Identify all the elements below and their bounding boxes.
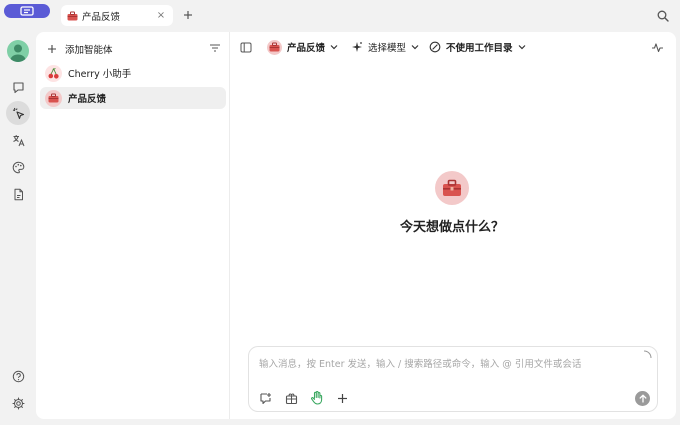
nav-help-button[interactable]: [6, 364, 30, 388]
toolbox-icon: [67, 11, 78, 20]
agent-sidebar: 添加智能体 Cherry 小助手 产品反馈: [36, 32, 230, 419]
gear-icon: [11, 396, 25, 410]
permission-mode-button[interactable]: [308, 390, 324, 406]
hand-icon: [310, 391, 322, 405]
nav-files-button[interactable]: [6, 182, 30, 206]
welcome-title: 今天想做点什么？: [399, 220, 504, 235]
help-icon: [12, 370, 24, 382]
chat-area: 产品反馈 选择模型 不使用工作目录 今天想做点什么？ 输入消息，按 Enter …: [231, 32, 676, 419]
nav-theme-button[interactable]: [6, 155, 30, 179]
resize-handle-icon[interactable]: [642, 350, 652, 360]
model-selector[interactable]: 选择模型: [351, 38, 419, 56]
sidebar-toggle-icon: [240, 42, 252, 52]
palette-icon: [12, 161, 24, 173]
mcp-tools-button[interactable]: [283, 390, 299, 406]
global-search-button[interactable]: [655, 8, 670, 23]
chat-toolbar: 产品反馈 选择模型 不使用工作目录: [231, 36, 676, 58]
tab-label: 产品反馈: [82, 11, 121, 23]
filter-icon: [210, 44, 220, 52]
workdir-selector[interactable]: 不使用工作目录: [429, 38, 526, 56]
cursor-click-icon: [12, 107, 24, 119]
app-window-icon: [20, 6, 34, 16]
model-selector-label: 选择模型: [368, 43, 407, 54]
package-icon: [285, 392, 297, 404]
nav-chat-button[interactable]: [6, 75, 30, 99]
activity-icon: [652, 42, 663, 52]
user-avatar[interactable]: [7, 40, 29, 62]
sidebar-item-cherry-assistant[interactable]: Cherry 小助手: [40, 62, 226, 84]
chevron-down-icon: [518, 44, 526, 50]
file-icon: [14, 188, 23, 200]
toggle-sidebar-button[interactable]: [240, 38, 252, 56]
send-button[interactable]: [635, 391, 650, 406]
nav-settings-button[interactable]: [6, 391, 30, 415]
chevron-down-icon: [330, 44, 338, 50]
nav-translate-button[interactable]: [6, 128, 30, 152]
cherry-icon: [45, 64, 62, 82]
chat-bubble-icon: [12, 81, 24, 93]
title-bar: 产品反馈 ×: [0, 0, 680, 32]
add-agent-label: 添加智能体: [65, 45, 113, 56]
toolbox-icon: [443, 179, 461, 196]
sort-filter-button[interactable]: [208, 41, 222, 55]
workdir-selector-label: 不使用工作目录: [446, 43, 513, 54]
add-agent-button[interactable]: 添加智能体: [46, 40, 113, 58]
new-tab-button[interactable]: [181, 8, 195, 22]
plus-icon: [46, 44, 58, 54]
sparkle-icon: [352, 42, 362, 52]
message-composer: [248, 346, 658, 412]
tab-close-button[interactable]: ×: [155, 10, 167, 21]
nav-agents-button[interactable]: [6, 101, 30, 125]
agent-avatar-large: [435, 171, 469, 205]
nav-rail: [0, 32, 36, 420]
no-folder-icon: [429, 41, 441, 53]
sidebar-item-product-feedback[interactable]: 产品反馈: [40, 87, 226, 109]
add-attachment-button[interactable]: [334, 390, 350, 406]
agent-selector[interactable]: 产品反馈: [267, 38, 338, 56]
main-panel: 添加智能体 Cherry 小助手 产品反馈 产品反馈 选择模型 不使用工作目录 …: [36, 32, 676, 419]
sidebar-item-label: 产品反馈: [68, 94, 107, 105]
app-menu-button[interactable]: [4, 4, 50, 18]
agent-selector-label: 产品反馈: [287, 43, 326, 54]
new-chat-icon: [259, 392, 271, 404]
user-icon: [10, 44, 26, 62]
message-input[interactable]: [259, 356, 629, 372]
tab-product-feedback[interactable]: 产品反馈 ×: [61, 5, 173, 26]
activity-button[interactable]: [651, 38, 664, 56]
sidebar-item-label: Cherry 小助手: [68, 69, 132, 80]
arrow-up-icon: [639, 394, 646, 403]
plus-icon: [337, 393, 347, 403]
toolbox-icon: [267, 39, 282, 55]
chevron-down-icon: [411, 44, 419, 50]
translate-icon: [12, 134, 24, 146]
toolbox-icon: [45, 89, 62, 107]
new-topic-button[interactable]: [257, 390, 273, 406]
search-icon: [657, 10, 669, 22]
plus-icon: [184, 11, 192, 19]
